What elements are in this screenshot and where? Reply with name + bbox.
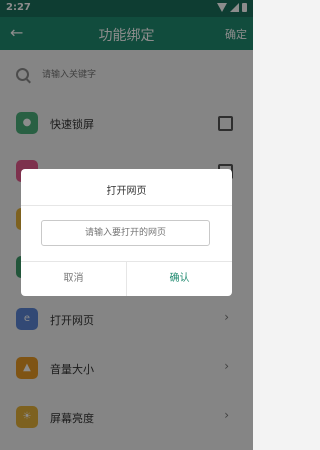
open-webpage-dialog: 打开网页 取消 确认 <box>21 169 232 296</box>
url-input[interactable] <box>41 220 210 246</box>
dialog-title: 打开网页 <box>106 186 147 197</box>
confirm-button[interactable]: 确认 <box>127 262 232 296</box>
divider <box>21 205 232 206</box>
cancel-button[interactable]: 取消 <box>21 262 126 296</box>
